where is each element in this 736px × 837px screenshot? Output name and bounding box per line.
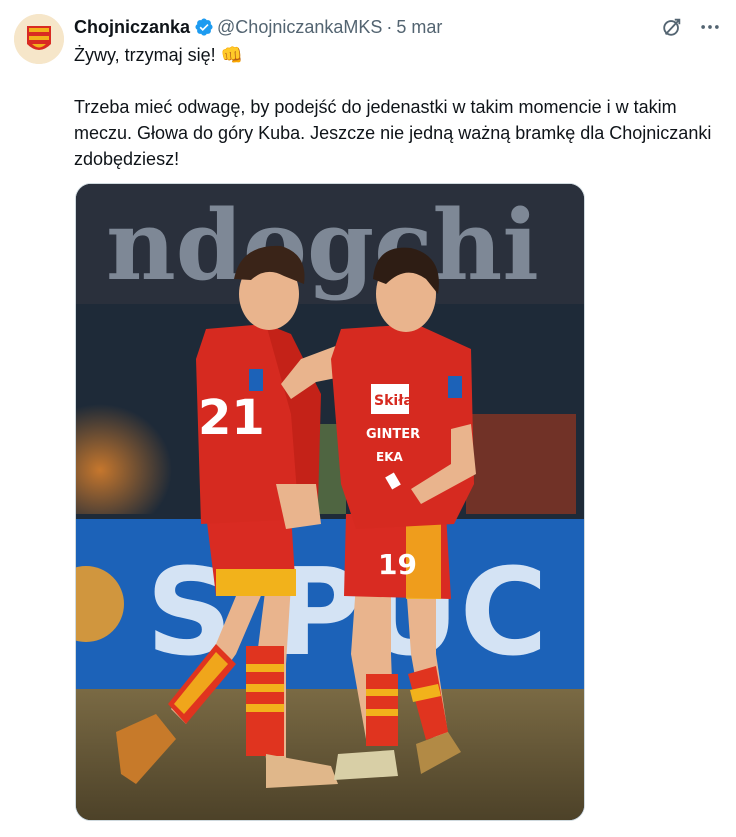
- tweet-text-body: Trzeba mieć odwagę, by podejść do jedena…: [74, 97, 712, 169]
- sponsor-2: GINTER: [366, 427, 420, 442]
- tweet-text-line-1: Żywy, trzymaj się! 👊: [74, 45, 244, 65]
- club-crest-icon: [14, 14, 64, 64]
- sponsor-1: Skiła: [374, 393, 413, 409]
- verified-badge-icon: [194, 17, 214, 37]
- more-icon[interactable]: [698, 15, 722, 39]
- sponsor-3: EKA: [376, 450, 403, 464]
- author-handle[interactable]: @ChojniczankaMKS: [217, 17, 382, 38]
- tweet-photo[interactable]: ndogchi S PUC 21 19 Skiła GINTER EKA: [75, 183, 585, 821]
- tweet-header: Chojniczanka @ChojniczankaMKS · 5 mar: [74, 15, 442, 39]
- tweet[interactable]: Chojniczanka @ChojniczankaMKS · 5 mar Ży…: [0, 0, 736, 837]
- banner-text: ndogchi: [106, 189, 539, 302]
- tweet-text: Żywy, trzymaj się! 👊 Trzeba mieć odwagę,…: [74, 42, 729, 172]
- left-shirt-number: 21: [198, 390, 265, 446]
- right-shorts-number: 19: [378, 548, 417, 581]
- grok-icon[interactable]: [660, 15, 684, 39]
- header-separator: ·: [386, 16, 393, 37]
- avatar[interactable]: [14, 14, 64, 64]
- tweet-date[interactable]: 5 mar: [396, 17, 442, 38]
- author-name[interactable]: Chojniczanka: [74, 17, 190, 38]
- tweet-actions-top: [660, 15, 722, 39]
